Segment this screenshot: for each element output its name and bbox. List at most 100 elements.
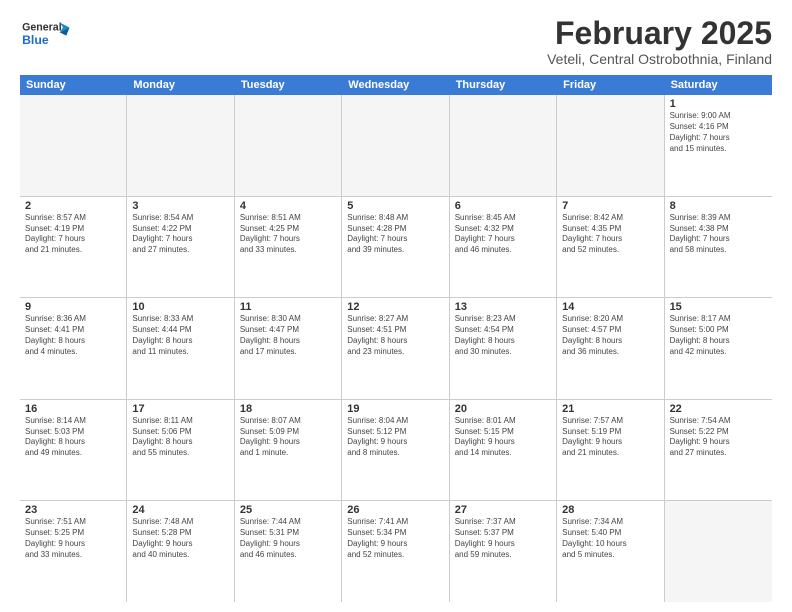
cal-cell-4-1: 16Sunrise: 8:14 AM Sunset: 5:03 PM Dayli… — [20, 400, 127, 501]
cal-cell-2-2: 3Sunrise: 8:54 AM Sunset: 4:22 PM Daylig… — [127, 197, 234, 298]
day-info: Sunrise: 8:07 AM Sunset: 5:09 PM Dayligh… — [240, 416, 336, 459]
day-number: 2 — [25, 200, 121, 212]
day-number: 26 — [347, 504, 443, 516]
day-number: 25 — [240, 504, 336, 516]
day-number: 17 — [132, 403, 228, 415]
cal-cell-1-6 — [557, 95, 664, 196]
day-number: 19 — [347, 403, 443, 415]
week-row-2: 2Sunrise: 8:57 AM Sunset: 4:19 PM Daylig… — [20, 197, 772, 299]
day-info: Sunrise: 7:34 AM Sunset: 5:40 PM Dayligh… — [562, 517, 658, 560]
day-info: Sunrise: 8:39 AM Sunset: 4:38 PM Dayligh… — [670, 213, 767, 256]
cal-cell-4-4: 19Sunrise: 8:04 AM Sunset: 5:12 PM Dayli… — [342, 400, 449, 501]
header-friday: Friday — [557, 75, 664, 95]
cal-cell-5-4: 26Sunrise: 7:41 AM Sunset: 5:34 PM Dayli… — [342, 501, 449, 602]
day-number: 22 — [670, 403, 767, 415]
day-number: 20 — [455, 403, 551, 415]
cal-cell-1-5 — [450, 95, 557, 196]
cal-cell-5-3: 25Sunrise: 7:44 AM Sunset: 5:31 PM Dayli… — [235, 501, 342, 602]
cal-cell-4-5: 20Sunrise: 8:01 AM Sunset: 5:15 PM Dayli… — [450, 400, 557, 501]
cal-cell-3-1: 9Sunrise: 8:36 AM Sunset: 4:41 PM Daylig… — [20, 298, 127, 399]
day-info: Sunrise: 8:54 AM Sunset: 4:22 PM Dayligh… — [132, 213, 228, 256]
cal-cell-4-7: 22Sunrise: 7:54 AM Sunset: 5:22 PM Dayli… — [665, 400, 772, 501]
day-number: 24 — [132, 504, 228, 516]
day-info: Sunrise: 8:17 AM Sunset: 5:00 PM Dayligh… — [670, 314, 767, 357]
day-info: Sunrise: 7:37 AM Sunset: 5:37 PM Dayligh… — [455, 517, 551, 560]
svg-text:General: General — [22, 22, 62, 34]
day-info: Sunrise: 8:42 AM Sunset: 4:35 PM Dayligh… — [562, 213, 658, 256]
day-info: Sunrise: 8:45 AM Sunset: 4:32 PM Dayligh… — [455, 213, 551, 256]
day-number: 16 — [25, 403, 121, 415]
cal-cell-5-7 — [665, 501, 772, 602]
day-number: 14 — [562, 301, 658, 313]
cal-cell-5-1: 23Sunrise: 7:51 AM Sunset: 5:25 PM Dayli… — [20, 501, 127, 602]
cal-cell-4-2: 17Sunrise: 8:11 AM Sunset: 5:06 PM Dayli… — [127, 400, 234, 501]
header-wednesday: Wednesday — [342, 75, 449, 95]
header: General Blue February 2025 Veteli, Centr… — [20, 16, 772, 67]
cal-cell-5-6: 28Sunrise: 7:34 AM Sunset: 5:40 PM Dayli… — [557, 501, 664, 602]
cal-cell-1-1 — [20, 95, 127, 196]
cal-cell-2-7: 8Sunrise: 8:39 AM Sunset: 4:38 PM Daylig… — [665, 197, 772, 298]
cal-cell-3-5: 13Sunrise: 8:23 AM Sunset: 4:54 PM Dayli… — [450, 298, 557, 399]
cal-cell-1-7: 1Sunrise: 9:00 AM Sunset: 4:16 PM Daylig… — [665, 95, 772, 196]
day-info: Sunrise: 8:14 AM Sunset: 5:03 PM Dayligh… — [25, 416, 121, 459]
day-info: Sunrise: 8:51 AM Sunset: 4:25 PM Dayligh… — [240, 213, 336, 256]
page: General Blue February 2025 Veteli, Centr… — [0, 0, 792, 612]
calendar-header: Sunday Monday Tuesday Wednesday Thursday… — [20, 75, 772, 95]
svg-text:Blue: Blue — [22, 33, 49, 47]
header-saturday: Saturday — [665, 75, 772, 95]
day-info: Sunrise: 8:48 AM Sunset: 4:28 PM Dayligh… — [347, 213, 443, 256]
day-number: 12 — [347, 301, 443, 313]
header-monday: Monday — [127, 75, 234, 95]
day-info: Sunrise: 8:04 AM Sunset: 5:12 PM Dayligh… — [347, 416, 443, 459]
day-info: Sunrise: 8:33 AM Sunset: 4:44 PM Dayligh… — [132, 314, 228, 357]
day-number: 11 — [240, 301, 336, 313]
day-info: Sunrise: 8:36 AM Sunset: 4:41 PM Dayligh… — [25, 314, 121, 357]
week-row-4: 16Sunrise: 8:14 AM Sunset: 5:03 PM Dayli… — [20, 400, 772, 502]
cal-cell-1-3 — [235, 95, 342, 196]
day-info: Sunrise: 8:27 AM Sunset: 4:51 PM Dayligh… — [347, 314, 443, 357]
cal-cell-5-5: 27Sunrise: 7:37 AM Sunset: 5:37 PM Dayli… — [450, 501, 557, 602]
day-info: Sunrise: 8:30 AM Sunset: 4:47 PM Dayligh… — [240, 314, 336, 357]
day-info: Sunrise: 7:54 AM Sunset: 5:22 PM Dayligh… — [670, 416, 767, 459]
cal-cell-2-1: 2Sunrise: 8:57 AM Sunset: 4:19 PM Daylig… — [20, 197, 127, 298]
cal-cell-4-3: 18Sunrise: 8:07 AM Sunset: 5:09 PM Dayli… — [235, 400, 342, 501]
cal-cell-3-3: 11Sunrise: 8:30 AM Sunset: 4:47 PM Dayli… — [235, 298, 342, 399]
calendar: Sunday Monday Tuesday Wednesday Thursday… — [20, 75, 772, 602]
cal-cell-1-4 — [342, 95, 449, 196]
day-info: Sunrise: 8:01 AM Sunset: 5:15 PM Dayligh… — [455, 416, 551, 459]
day-info: Sunrise: 8:57 AM Sunset: 4:19 PM Dayligh… — [25, 213, 121, 256]
day-number: 28 — [562, 504, 658, 516]
day-number: 7 — [562, 200, 658, 212]
cal-cell-3-6: 14Sunrise: 8:20 AM Sunset: 4:57 PM Dayli… — [557, 298, 664, 399]
week-row-1: 1Sunrise: 9:00 AM Sunset: 4:16 PM Daylig… — [20, 95, 772, 197]
header-tuesday: Tuesday — [235, 75, 342, 95]
day-info: Sunrise: 7:41 AM Sunset: 5:34 PM Dayligh… — [347, 517, 443, 560]
day-number: 1 — [670, 98, 767, 110]
cal-cell-1-2 — [127, 95, 234, 196]
cal-cell-2-6: 7Sunrise: 8:42 AM Sunset: 4:35 PM Daylig… — [557, 197, 664, 298]
day-info: Sunrise: 7:51 AM Sunset: 5:25 PM Dayligh… — [25, 517, 121, 560]
day-number: 4 — [240, 200, 336, 212]
day-number: 6 — [455, 200, 551, 212]
cal-cell-2-3: 4Sunrise: 8:51 AM Sunset: 4:25 PM Daylig… — [235, 197, 342, 298]
day-info: Sunrise: 8:11 AM Sunset: 5:06 PM Dayligh… — [132, 416, 228, 459]
day-info: Sunrise: 9:00 AM Sunset: 4:16 PM Dayligh… — [670, 111, 767, 154]
day-number: 27 — [455, 504, 551, 516]
day-info: Sunrise: 7:57 AM Sunset: 5:19 PM Dayligh… — [562, 416, 658, 459]
day-number: 8 — [670, 200, 767, 212]
day-number: 15 — [670, 301, 767, 313]
day-info: Sunrise: 7:48 AM Sunset: 5:28 PM Dayligh… — [132, 517, 228, 560]
cal-cell-2-4: 5Sunrise: 8:48 AM Sunset: 4:28 PM Daylig… — [342, 197, 449, 298]
cal-cell-4-6: 21Sunrise: 7:57 AM Sunset: 5:19 PM Dayli… — [557, 400, 664, 501]
day-info: Sunrise: 8:20 AM Sunset: 4:57 PM Dayligh… — [562, 314, 658, 357]
cal-cell-3-7: 15Sunrise: 8:17 AM Sunset: 5:00 PM Dayli… — [665, 298, 772, 399]
week-row-3: 9Sunrise: 8:36 AM Sunset: 4:41 PM Daylig… — [20, 298, 772, 400]
location-title: Veteli, Central Ostrobothnia, Finland — [547, 51, 772, 67]
day-info: Sunrise: 8:23 AM Sunset: 4:54 PM Dayligh… — [455, 314, 551, 357]
day-number: 13 — [455, 301, 551, 313]
header-thursday: Thursday — [450, 75, 557, 95]
logo: General Blue — [20, 16, 70, 52]
cal-cell-3-4: 12Sunrise: 8:27 AM Sunset: 4:51 PM Dayli… — [342, 298, 449, 399]
title-block: February 2025 Veteli, Central Ostrobothn… — [547, 16, 772, 67]
header-sunday: Sunday — [20, 75, 127, 95]
